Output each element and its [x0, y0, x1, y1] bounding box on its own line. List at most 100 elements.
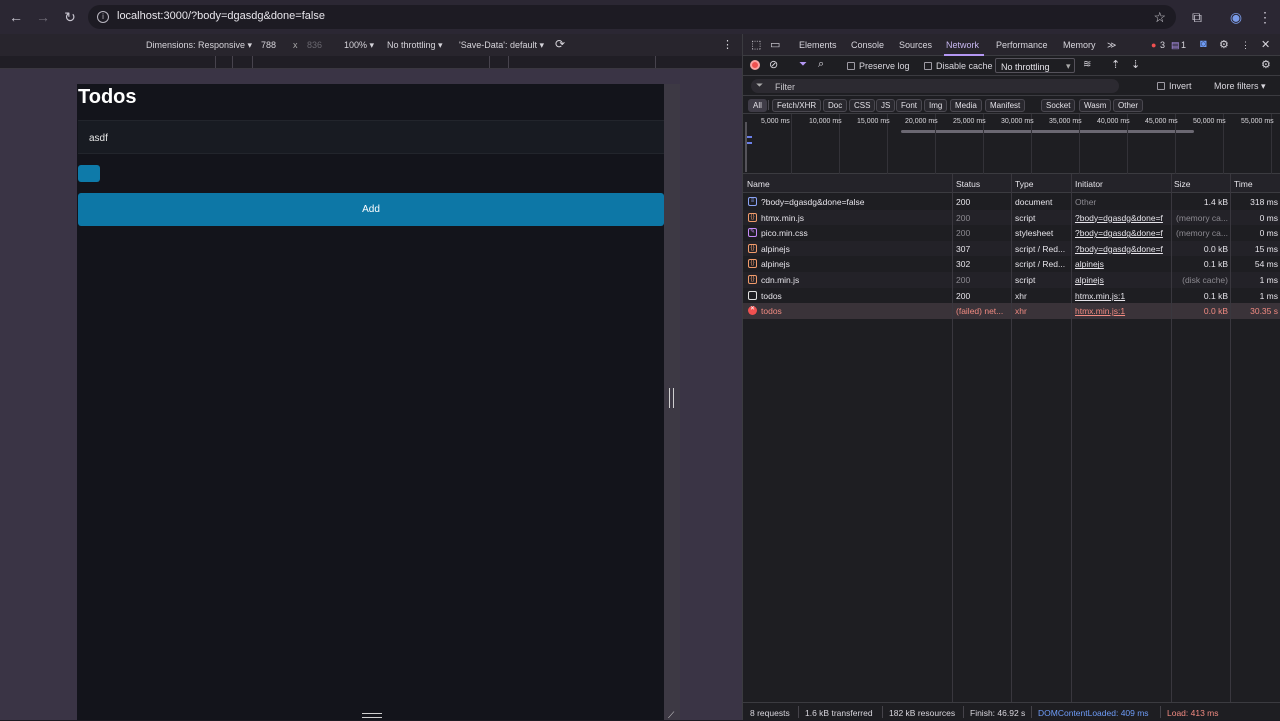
info-icon[interactable]: i	[97, 11, 109, 23]
resize-handle-bottom[interactable]	[362, 713, 382, 718]
network-settings-gear-icon[interactable]: ⚙	[1261, 58, 1271, 71]
column-header-initiator[interactable]: Initiator	[1075, 179, 1103, 189]
resize-corner-icon[interactable]: ⟋	[668, 710, 674, 721]
timeline-label: 10,000 ms	[809, 118, 842, 125]
tab-console[interactable]: Console	[851, 40, 884, 50]
request-name[interactable]: alpinejs	[761, 259, 949, 269]
preserve-log-checkbox[interactable]	[847, 62, 855, 70]
clear-icon[interactable]: ⊘	[769, 58, 778, 71]
type-filter-fetch-xhr[interactable]: Fetch/XHR	[772, 99, 822, 112]
width-input[interactable]: 788	[261, 40, 276, 50]
height-input[interactable]: 836	[307, 40, 322, 50]
reload-icon[interactable]: ↻	[62, 9, 78, 25]
request-name[interactable]: htmx.min.js	[761, 213, 949, 223]
column-header-type[interactable]: Type	[1015, 179, 1033, 189]
arrow-left-icon[interactable]: ←	[8, 9, 24, 25]
request-name[interactable]: cdn.min.js	[761, 275, 949, 285]
more-options-icon[interactable]: ⋮	[722, 38, 733, 51]
type-filter-img[interactable]: Img	[924, 99, 948, 112]
record-icon[interactable]	[750, 60, 760, 70]
message-icon[interactable]: ▤	[1171, 40, 1180, 51]
network-overview-timeline[interactable]: 5,000 ms 10,000 ms 15,000 ms 20,000 ms 25,00…	[743, 114, 1280, 174]
search-icon[interactable]: ⌕	[818, 58, 824, 71]
profile-icon[interactable]: ◉	[1228, 9, 1244, 25]
type-filter-all[interactable]: All	[748, 99, 767, 112]
type-filter-css[interactable]: CSS	[849, 99, 876, 112]
extensions-icon[interactable]: ⧉	[1189, 9, 1205, 25]
throttling-select[interactable]: No throttling ▾	[387, 40, 443, 51]
todo-checkbox-button[interactable]	[78, 165, 100, 182]
request-initiator[interactable]: ?body=dgasdg&done=f	[1075, 244, 1170, 254]
tab-memory[interactable]: Memory	[1063, 40, 1096, 50]
save-data-select[interactable]: 'Save-Data': default ▾	[459, 40, 544, 51]
rotate-icon[interactable]: ⟳	[555, 37, 565, 51]
arrow-right-icon[interactable]: →	[35, 9, 51, 25]
request-name[interactable]: todos	[761, 306, 949, 316]
request-name[interactable]: pico.min.css	[761, 228, 949, 238]
request-time: 0 ms	[1259, 228, 1278, 239]
address-bar[interactable]: i localhost:3000/?body=dgasdg&done=false…	[88, 5, 1176, 29]
type-filter-wasm[interactable]: Wasm	[1079, 99, 1112, 112]
request-name[interactable]: alpinejs	[761, 244, 949, 254]
filter-input[interactable]: ⏷ Filter	[751, 79, 1119, 93]
filter-icon[interactable]: ⏷	[799, 59, 807, 70]
disable-cache-checkbox[interactable]	[924, 62, 932, 70]
type-filter-media[interactable]: Media	[950, 99, 982, 112]
devtools-panel: ⬚ ▭ Elements Console Sources Network Per…	[742, 34, 1280, 720]
request-initiator[interactable]: htmx.min.js:1	[1075, 306, 1170, 316]
request-status: (failed) net...	[956, 306, 1004, 317]
gear-icon[interactable]: ⚙	[1219, 38, 1229, 51]
request-status: 200	[956, 275, 971, 285]
request-initiator[interactable]: ?body=dgasdg&done=f	[1075, 213, 1170, 223]
request-initiator[interactable]: alpinejs	[1075, 275, 1170, 285]
request-initiator[interactable]: ?body=dgasdg&done=f	[1075, 228, 1170, 238]
column-header-name[interactable]: Name	[747, 179, 770, 189]
device-toggle-icon[interactable]: ▭	[770, 38, 780, 51]
tab-elements[interactable]: Elements	[799, 40, 837, 50]
zoom-select[interactable]: 100% ▾	[344, 40, 374, 51]
request-type: script / Red...	[1015, 259, 1066, 270]
inspect-icon[interactable]: ⬚	[751, 38, 761, 51]
tab-network[interactable]: Network	[946, 40, 979, 50]
timeline-label: 45,000 ms	[1145, 118, 1178, 125]
network-conditions-icon[interactable]: ≋	[1083, 59, 1091, 70]
media-query-ruler[interactable]	[0, 56, 742, 69]
menu-icon[interactable]: ⋮	[1257, 9, 1273, 25]
column-header-status[interactable]: Status	[956, 179, 980, 189]
more-options-icon[interactable]: ⋮	[1241, 40, 1250, 51]
star-icon[interactable]: ☆	[1153, 9, 1166, 26]
type-filter-manifest[interactable]: Manifest	[985, 99, 1026, 112]
column-header-time[interactable]: Time	[1234, 179, 1253, 189]
request-type: script	[1015, 275, 1036, 285]
error-icon[interactable]: ●	[1151, 40, 1156, 50]
dimensions-select[interactable]: Dimensions: Responsive ▾	[146, 40, 252, 51]
extension-icon[interactable]: ◙	[1200, 38, 1207, 50]
request-initiator[interactable]: htmx.min.js:1	[1075, 291, 1170, 301]
type-filter-doc[interactable]: Doc	[823, 99, 848, 112]
message-count[interactable]: 1	[1181, 40, 1186, 50]
tab-performance[interactable]: Performance	[996, 40, 1048, 50]
request-time: 54 ms	[1254, 259, 1278, 270]
type-filter-js[interactable]: JS	[876, 99, 896, 112]
add-button[interactable]: Add	[78, 193, 664, 226]
request-initiator[interactable]: alpinejs	[1075, 259, 1170, 269]
tab-sources[interactable]: Sources	[899, 40, 932, 50]
invert-checkbox[interactable]	[1157, 82, 1165, 90]
more-tabs-icon[interactable]: ≫	[1107, 40, 1116, 51]
timeline-label: 40,000 ms	[1097, 118, 1130, 125]
close-icon[interactable]: ✕	[1261, 38, 1270, 51]
throttling-select[interactable]: No throttling ▾	[995, 58, 1075, 73]
type-filter-other[interactable]: Other	[1113, 99, 1144, 112]
more-filters-dropdown[interactable]: More filters ▾	[1214, 81, 1266, 92]
column-header-size[interactable]: Size	[1174, 179, 1191, 189]
request-size: 0.1 kB	[1203, 290, 1228, 301]
resize-handle-right[interactable]	[669, 388, 674, 408]
error-count[interactable]: 3	[1160, 40, 1165, 50]
todo-item[interactable]: asdf	[78, 120, 664, 154]
type-filter-socket[interactable]: Socket	[1041, 99, 1076, 112]
request-name[interactable]: ?body=dgasdg&done=false	[761, 197, 949, 207]
export-har-icon[interactable]: ⇣	[1131, 58, 1140, 71]
request-name[interactable]: todos	[761, 291, 949, 301]
type-filter-font[interactable]: Font	[896, 99, 923, 112]
import-har-icon[interactable]: ⇡	[1111, 58, 1120, 71]
